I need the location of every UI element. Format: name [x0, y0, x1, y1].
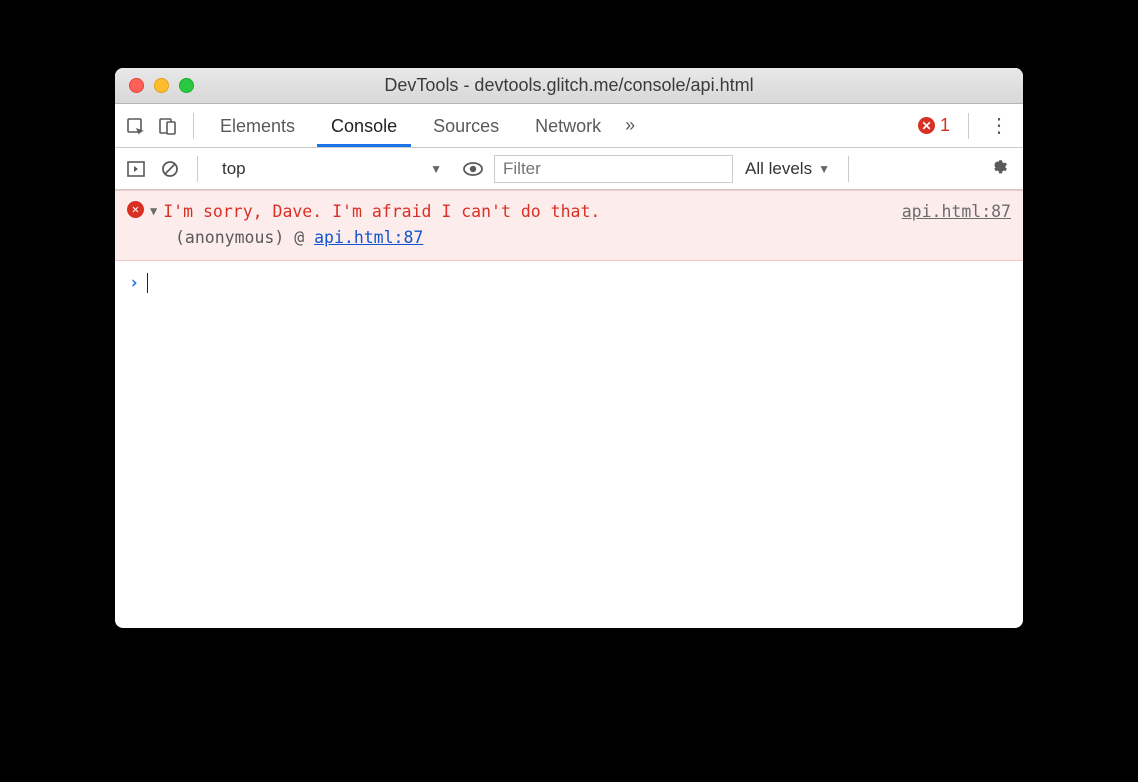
chevron-down-icon: ▼: [430, 162, 442, 176]
chevron-down-icon: ▼: [818, 162, 830, 176]
error-text: I'm sorry, Dave. I'm afraid I can't do t…: [163, 199, 883, 225]
separator: [968, 113, 969, 139]
more-tabs-button[interactable]: »: [621, 115, 639, 136]
source-link[interactable]: api.html:87: [890, 199, 1011, 225]
console-output: ✕ ▼ I'm sorry, Dave. I'm afraid I can't …: [115, 190, 1023, 628]
prompt-chevron-icon: ›: [129, 273, 139, 293]
titlebar: DevTools - devtools.glitch.me/console/ap…: [115, 68, 1023, 104]
live-expression-icon[interactable]: [460, 156, 486, 182]
separator: [193, 113, 194, 139]
tab-sources[interactable]: Sources: [419, 105, 513, 147]
device-toolbar-icon[interactable]: [155, 113, 181, 139]
context-label: top: [222, 159, 246, 179]
tabbar-right: ✕ 1 ⋮: [914, 113, 1015, 139]
error-icon: ✕: [918, 117, 935, 134]
console-error-message: ✕ ▼ I'm sorry, Dave. I'm afraid I can't …: [115, 190, 1023, 261]
traffic-lights: [129, 78, 194, 93]
log-levels-select[interactable]: All levels ▼: [741, 159, 834, 179]
levels-label: All levels: [745, 159, 812, 179]
error-count: 1: [940, 115, 950, 136]
tab-elements[interactable]: Elements: [206, 105, 309, 147]
console-settings-icon[interactable]: [983, 156, 1015, 181]
separator: [848, 156, 849, 182]
tab-network[interactable]: Network: [521, 105, 615, 147]
error-icon: ✕: [127, 201, 144, 218]
settings-menu-button[interactable]: ⋮: [983, 113, 1015, 138]
stack-frame-prefix: (anonymous) @: [175, 228, 314, 247]
main-tabbar: Elements Console Sources Network » ✕ 1 ⋮: [115, 104, 1023, 148]
zoom-window-button[interactable]: [179, 78, 194, 93]
stack-frame-link[interactable]: api.html:87: [314, 228, 423, 247]
window-title: DevTools - devtools.glitch.me/console/ap…: [127, 75, 1011, 96]
panel-tabs: Elements Console Sources Network: [206, 105, 615, 147]
error-row: ✕ ▼ I'm sorry, Dave. I'm afraid I can't …: [127, 199, 1011, 225]
expand-toggle-icon[interactable]: ▼: [150, 202, 157, 221]
console-filterbar: top ▼ All levels ▼: [115, 148, 1023, 190]
minimize-window-button[interactable]: [154, 78, 169, 93]
inspect-element-icon[interactable]: [123, 113, 149, 139]
filter-input[interactable]: [494, 155, 733, 183]
close-window-button[interactable]: [129, 78, 144, 93]
execution-context-select[interactable]: top ▼: [212, 155, 452, 183]
clear-console-icon[interactable]: [157, 156, 183, 182]
stack-trace: (anonymous) @ api.html:87: [127, 225, 1011, 251]
console-prompt[interactable]: ›: [115, 261, 1023, 305]
devtools-window: DevTools - devtools.glitch.me/console/ap…: [115, 68, 1023, 628]
error-count-badge[interactable]: ✕ 1: [914, 115, 954, 136]
tab-console[interactable]: Console: [317, 105, 411, 147]
separator: [197, 156, 198, 182]
text-caret: [147, 273, 148, 293]
toggle-sidebar-icon[interactable]: [123, 156, 149, 182]
